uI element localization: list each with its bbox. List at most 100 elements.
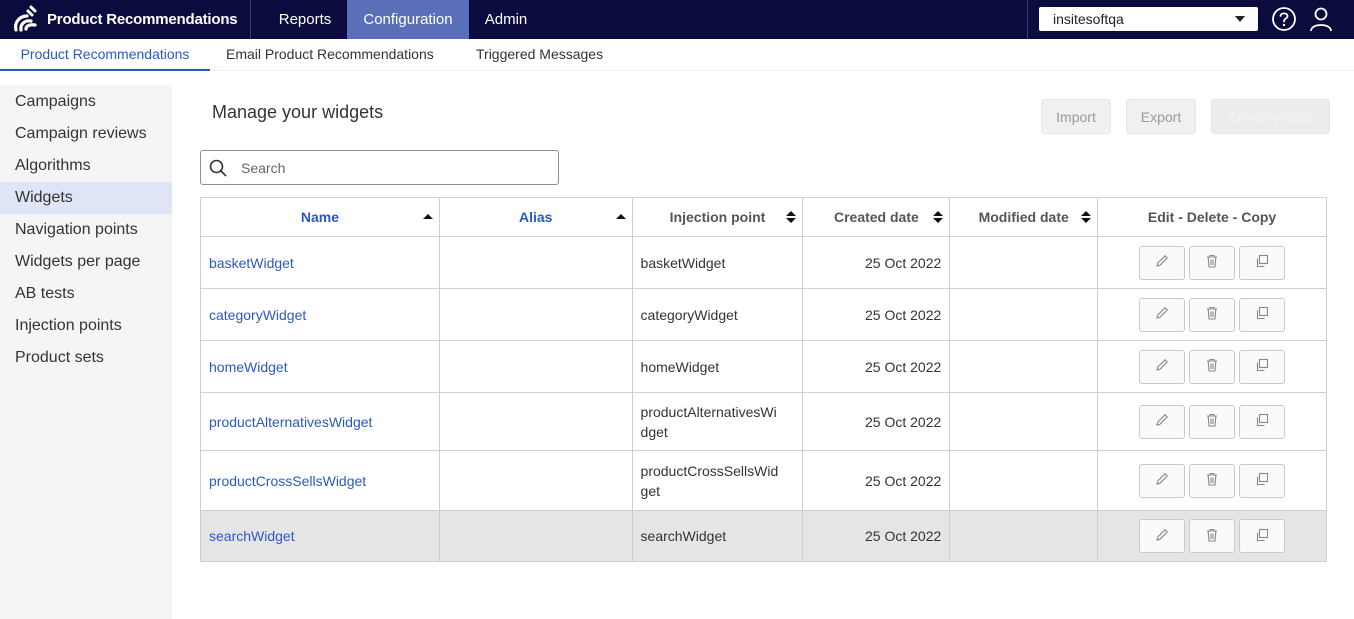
table-row[interactable]: searchWidget searchWidget 25 Oct 2022	[200, 510, 1327, 562]
export-button[interactable]: Export	[1126, 99, 1196, 134]
tab-triggered-messages[interactable]: Triggered Messages	[476, 39, 603, 71]
cell-alias	[438, 340, 633, 393]
cell-name: homeWidget	[200, 340, 440, 393]
cell-created-date: 25 Oct 2022	[802, 392, 951, 451]
cell-injection-point: basketWidget	[631, 236, 804, 289]
edit-button[interactable]	[1139, 349, 1186, 384]
widget-name-link[interactable]: searchWidget	[209, 528, 295, 544]
cell-modified-date	[949, 340, 1099, 393]
injection-point-text-wrap: get	[640, 482, 660, 499]
app-title[interactable]: Product Recommendations	[47, 11, 238, 28]
user-icon[interactable]	[1308, 6, 1334, 32]
sidebar-item-injection-points[interactable]: Injection points	[0, 310, 172, 342]
cell-alias	[438, 236, 633, 289]
cell-created-date: 25 Oct 2022	[802, 340, 951, 393]
cell-modified-date	[949, 392, 1099, 451]
delete-button[interactable]	[1189, 463, 1236, 498]
copy-icon	[1254, 412, 1270, 431]
top-bar: Product Recommendations Reports Configur…	[0, 0, 1354, 39]
copy-button[interactable]	[1239, 404, 1286, 439]
nav-admin[interactable]: Admin	[469, 0, 543, 39]
copy-icon	[1254, 527, 1270, 546]
widget-name-link[interactable]: productCrossSellsWidget	[209, 473, 366, 489]
widget-name-link[interactable]: basketWidget	[209, 255, 294, 271]
injection-point-text: homeWidget	[640, 358, 720, 375]
edit-button[interactable]	[1139, 404, 1186, 439]
cell-alias	[438, 510, 633, 562]
cell-injection-point: searchWidget	[631, 510, 804, 562]
sidebar-item-widgets[interactable]: Widgets	[0, 182, 172, 214]
column-header-alias[interactable]: Alias	[438, 197, 633, 237]
cell-created-date: 25 Oct 2022	[802, 288, 951, 341]
copy-button[interactable]	[1239, 297, 1286, 332]
delete-button[interactable]	[1189, 349, 1236, 384]
cell-actions	[1097, 288, 1327, 341]
table-row[interactable]: homeWidget homeWidget 25 Oct 2022	[200, 340, 1327, 393]
injection-point-text: searchWidget	[640, 528, 727, 544]
trash-icon	[1204, 412, 1220, 431]
help-icon[interactable]	[1271, 6, 1297, 32]
nav-configuration[interactable]: Configuration	[347, 0, 469, 39]
delete-button[interactable]	[1189, 245, 1236, 280]
edit-button[interactable]	[1139, 297, 1186, 332]
injection-point-text: basketWidget	[640, 254, 726, 271]
widget-name-link[interactable]: categoryWidget	[209, 307, 306, 323]
search-icon	[209, 159, 227, 177]
sidebar: Campaigns Campaign reviews Algorithms Wi…	[0, 85, 172, 619]
table-row[interactable]: basketWidget basketWidget 25 Oct 2022	[200, 236, 1327, 289]
copy-button[interactable]	[1239, 463, 1286, 498]
table-row[interactable]: productAlternativesWidget productAlternat…	[200, 392, 1327, 451]
injection-point-text: categoryWidget	[640, 306, 738, 323]
cell-name: searchWidget	[200, 510, 440, 562]
delete-button[interactable]	[1189, 519, 1236, 553]
trash-icon	[1204, 471, 1220, 490]
page-title: Manage your widgets	[212, 102, 384, 122]
search-input[interactable]	[241, 157, 541, 179]
injection-point-text: productAlternativesWi	[640, 403, 777, 420]
copy-button[interactable]	[1239, 519, 1286, 553]
create-widget-button[interactable]: Create widget	[1211, 99, 1330, 134]
column-header-modified-date[interactable]: Modified date	[949, 197, 1099, 237]
injection-point-text: productCrossSellsWid	[640, 462, 779, 479]
cell-modified-date	[949, 510, 1099, 562]
row-actions	[1106, 519, 1318, 553]
cell-injection-point: categoryWidget	[631, 288, 804, 341]
edit-button[interactable]	[1139, 519, 1186, 553]
cell-created-date: 25 Oct 2022	[802, 510, 951, 562]
sidebar-item-campaign-reviews[interactable]: Campaign reviews	[0, 118, 172, 150]
nav-reports[interactable]: Reports	[263, 0, 347, 39]
sub-navigation: Product Recommendations Email Product Re…	[0, 39, 1354, 71]
copy-button[interactable]	[1239, 245, 1286, 280]
account-select[interactable]: insitesoftqa	[1039, 7, 1258, 31]
column-header-created-date[interactable]: Created date	[802, 197, 951, 237]
table-row[interactable]: categoryWidget categoryWidget 25 Oct 2022	[200, 288, 1327, 341]
tab-product-recommendations[interactable]: Product Recommendations	[0, 39, 210, 71]
sidebar-item-navigation-points[interactable]: Navigation points	[0, 214, 172, 246]
pencil-icon	[1154, 305, 1170, 324]
import-button[interactable]: Import	[1041, 99, 1111, 134]
sidebar-item-campaigns[interactable]: Campaigns	[0, 86, 172, 118]
cell-created-date: 25 Oct 2022	[802, 236, 951, 289]
app-logo-icon[interactable]	[10, 4, 40, 34]
widget-name-link[interactable]: productAlternativesWidget	[209, 414, 372, 430]
sidebar-item-product-sets[interactable]: Product sets	[0, 342, 172, 374]
pencil-icon	[1154, 471, 1170, 490]
delete-button[interactable]	[1189, 297, 1236, 332]
column-header-injection-point[interactable]: Injection point	[631, 197, 804, 237]
copy-button[interactable]	[1239, 349, 1286, 384]
sidebar-item-widgets-per-page[interactable]: Widgets per page	[0, 246, 172, 278]
edit-button[interactable]	[1139, 463, 1186, 498]
edit-button[interactable]	[1139, 245, 1186, 280]
sidebar-item-ab-tests[interactable]: AB tests	[0, 278, 172, 310]
sidebar-item-algorithms[interactable]: Algorithms	[0, 150, 172, 182]
copy-icon	[1254, 253, 1270, 272]
table-row[interactable]: productCrossSellsWidget productCrossSells…	[200, 450, 1327, 511]
tab-email-product-recommendations[interactable]: Email Product Recommendations	[226, 39, 434, 71]
delete-button[interactable]	[1189, 404, 1236, 439]
pencil-icon	[1154, 253, 1170, 272]
copy-icon	[1254, 471, 1270, 490]
column-header-name[interactable]: Name	[200, 197, 440, 237]
cell-actions	[1097, 340, 1327, 393]
widget-name-link[interactable]: homeWidget	[209, 359, 288, 375]
cell-actions	[1097, 510, 1327, 562]
